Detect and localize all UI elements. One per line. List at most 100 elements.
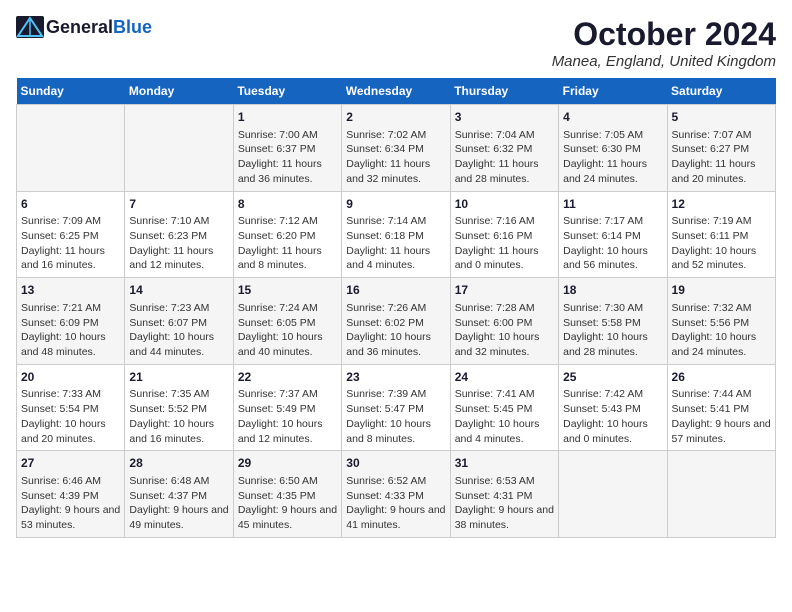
daylight-text: Daylight: 10 hours and 44 minutes.	[129, 330, 228, 359]
sunrise-text: Sunrise: 6:46 AM	[21, 474, 120, 489]
day-number: 3	[455, 109, 554, 126]
sunset-text: Sunset: 6:23 PM	[129, 229, 228, 244]
sunrise-text: Sunrise: 7:02 AM	[346, 128, 445, 143]
sunrise-text: Sunrise: 7:09 AM	[21, 214, 120, 229]
day-number: 12	[672, 196, 771, 213]
header-row: Sunday Monday Tuesday Wednesday Thursday…	[17, 78, 776, 105]
logo: GeneralBlue	[16, 16, 152, 38]
col-sunday: Sunday	[17, 78, 125, 105]
sunrise-text: Sunrise: 6:48 AM	[129, 474, 228, 489]
day-number: 31	[455, 455, 554, 472]
sunset-text: Sunset: 5:52 PM	[129, 402, 228, 417]
sunrise-text: Sunrise: 6:50 AM	[238, 474, 337, 489]
calendar-cell: 13Sunrise: 7:21 AMSunset: 6:09 PMDayligh…	[17, 278, 125, 365]
col-tuesday: Tuesday	[233, 78, 341, 105]
sunrise-text: Sunrise: 6:52 AM	[346, 474, 445, 489]
calendar-cell	[559, 451, 667, 538]
sunset-text: Sunset: 6:37 PM	[238, 142, 337, 157]
col-monday: Monday	[125, 78, 233, 105]
daylight-text: Daylight: 10 hours and 24 minutes.	[672, 330, 771, 359]
calendar-cell: 6Sunrise: 7:09 AMSunset: 6:25 PMDaylight…	[17, 191, 125, 278]
daylight-text: Daylight: 11 hours and 28 minutes.	[455, 157, 554, 186]
calendar-cell: 19Sunrise: 7:32 AMSunset: 5:56 PMDayligh…	[667, 278, 775, 365]
calendar-cell: 9Sunrise: 7:14 AMSunset: 6:18 PMDaylight…	[342, 191, 450, 278]
sunrise-text: Sunrise: 7:00 AM	[238, 128, 337, 143]
sunrise-text: Sunrise: 7:30 AM	[563, 301, 662, 316]
sunrise-text: Sunrise: 7:10 AM	[129, 214, 228, 229]
calendar-cell: 4Sunrise: 7:05 AMSunset: 6:30 PMDaylight…	[559, 105, 667, 192]
daylight-text: Daylight: 10 hours and 16 minutes.	[129, 417, 228, 446]
sunset-text: Sunset: 6:18 PM	[346, 229, 445, 244]
sunset-text: Sunset: 6:30 PM	[563, 142, 662, 157]
calendar-cell: 29Sunrise: 6:50 AMSunset: 4:35 PMDayligh…	[233, 451, 341, 538]
week-row-5: 27Sunrise: 6:46 AMSunset: 4:39 PMDayligh…	[17, 451, 776, 538]
sunset-text: Sunset: 6:07 PM	[129, 316, 228, 331]
sunset-text: Sunset: 6:20 PM	[238, 229, 337, 244]
calendar-cell: 30Sunrise: 6:52 AMSunset: 4:33 PMDayligh…	[342, 451, 450, 538]
day-number: 7	[129, 196, 228, 213]
sunset-text: Sunset: 4:35 PM	[238, 489, 337, 504]
sunrise-text: Sunrise: 7:28 AM	[455, 301, 554, 316]
day-number: 8	[238, 196, 337, 213]
daylight-text: Daylight: 10 hours and 36 minutes.	[346, 330, 445, 359]
day-number: 17	[455, 282, 554, 299]
sunrise-text: Sunrise: 7:19 AM	[672, 214, 771, 229]
calendar-cell: 7Sunrise: 7:10 AMSunset: 6:23 PMDaylight…	[125, 191, 233, 278]
col-thursday: Thursday	[450, 78, 558, 105]
sunrise-text: Sunrise: 6:53 AM	[455, 474, 554, 489]
calendar-cell: 16Sunrise: 7:26 AMSunset: 6:02 PMDayligh…	[342, 278, 450, 365]
day-number: 1	[238, 109, 337, 126]
day-number: 13	[21, 282, 120, 299]
logo-icon	[16, 16, 44, 38]
sunrise-text: Sunrise: 7:14 AM	[346, 214, 445, 229]
daylight-text: Daylight: 9 hours and 38 minutes.	[455, 503, 554, 532]
calendar-cell	[17, 105, 125, 192]
sunset-text: Sunset: 4:39 PM	[21, 489, 120, 504]
sunset-text: Sunset: 5:43 PM	[563, 402, 662, 417]
calendar-cell: 8Sunrise: 7:12 AMSunset: 6:20 PMDaylight…	[233, 191, 341, 278]
calendar-cell: 26Sunrise: 7:44 AMSunset: 5:41 PMDayligh…	[667, 364, 775, 451]
sunset-text: Sunset: 6:32 PM	[455, 142, 554, 157]
logo-blue: Blue	[113, 17, 152, 37]
day-number: 26	[672, 369, 771, 386]
sunset-text: Sunset: 6:05 PM	[238, 316, 337, 331]
day-number: 6	[21, 196, 120, 213]
daylight-text: Daylight: 9 hours and 53 minutes.	[21, 503, 120, 532]
daylight-text: Daylight: 10 hours and 52 minutes.	[672, 244, 771, 273]
daylight-text: Daylight: 10 hours and 8 minutes.	[346, 417, 445, 446]
calendar-cell: 14Sunrise: 7:23 AMSunset: 6:07 PMDayligh…	[125, 278, 233, 365]
sunrise-text: Sunrise: 7:39 AM	[346, 387, 445, 402]
day-number: 5	[672, 109, 771, 126]
sunrise-text: Sunrise: 7:24 AM	[238, 301, 337, 316]
sunset-text: Sunset: 5:56 PM	[672, 316, 771, 331]
week-row-1: 1 Sunrise: 7:00 AMSunset: 6:37 PM Daylight…	[17, 105, 776, 192]
daylight-text: Daylight: 10 hours and 56 minutes.	[563, 244, 662, 273]
sunset-text: Sunset: 6:27 PM	[672, 142, 771, 157]
sunset-text: Sunset: 4:33 PM	[346, 489, 445, 504]
sunrise-text: Sunrise: 7:33 AM	[21, 387, 120, 402]
calendar-cell: 25Sunrise: 7:42 AMSunset: 5:43 PMDayligh…	[559, 364, 667, 451]
daylight-text: Daylight: 10 hours and 20 minutes.	[21, 417, 120, 446]
sunrise-text: Sunrise: 7:04 AM	[455, 128, 554, 143]
sunrise-text: Sunrise: 7:17 AM	[563, 214, 662, 229]
week-row-3: 13Sunrise: 7:21 AMSunset: 6:09 PMDayligh…	[17, 278, 776, 365]
daylight-text: Daylight: 10 hours and 28 minutes.	[563, 330, 662, 359]
calendar-cell	[667, 451, 775, 538]
calendar-cell: 18Sunrise: 7:30 AMSunset: 5:58 PMDayligh…	[559, 278, 667, 365]
day-number: 16	[346, 282, 445, 299]
sunset-text: Sunset: 4:37 PM	[129, 489, 228, 504]
day-number: 30	[346, 455, 445, 472]
sunrise-text: Sunrise: 7:42 AM	[563, 387, 662, 402]
day-number: 15	[238, 282, 337, 299]
day-number: 28	[129, 455, 228, 472]
calendar-cell: 21Sunrise: 7:35 AMSunset: 5:52 PMDayligh…	[125, 364, 233, 451]
sunrise-text: Sunrise: 7:05 AM	[563, 128, 662, 143]
calendar-cell	[125, 105, 233, 192]
day-number: 19	[672, 282, 771, 299]
sunset-text: Sunset: 6:25 PM	[21, 229, 120, 244]
day-number: 11	[563, 196, 662, 213]
sunset-text: Sunset: 4:31 PM	[455, 489, 554, 504]
daylight-text: Daylight: 10 hours and 4 minutes.	[455, 417, 554, 446]
day-number: 9	[346, 196, 445, 213]
page-header: GeneralBlue October 2024 Manea, England,…	[16, 16, 776, 70]
